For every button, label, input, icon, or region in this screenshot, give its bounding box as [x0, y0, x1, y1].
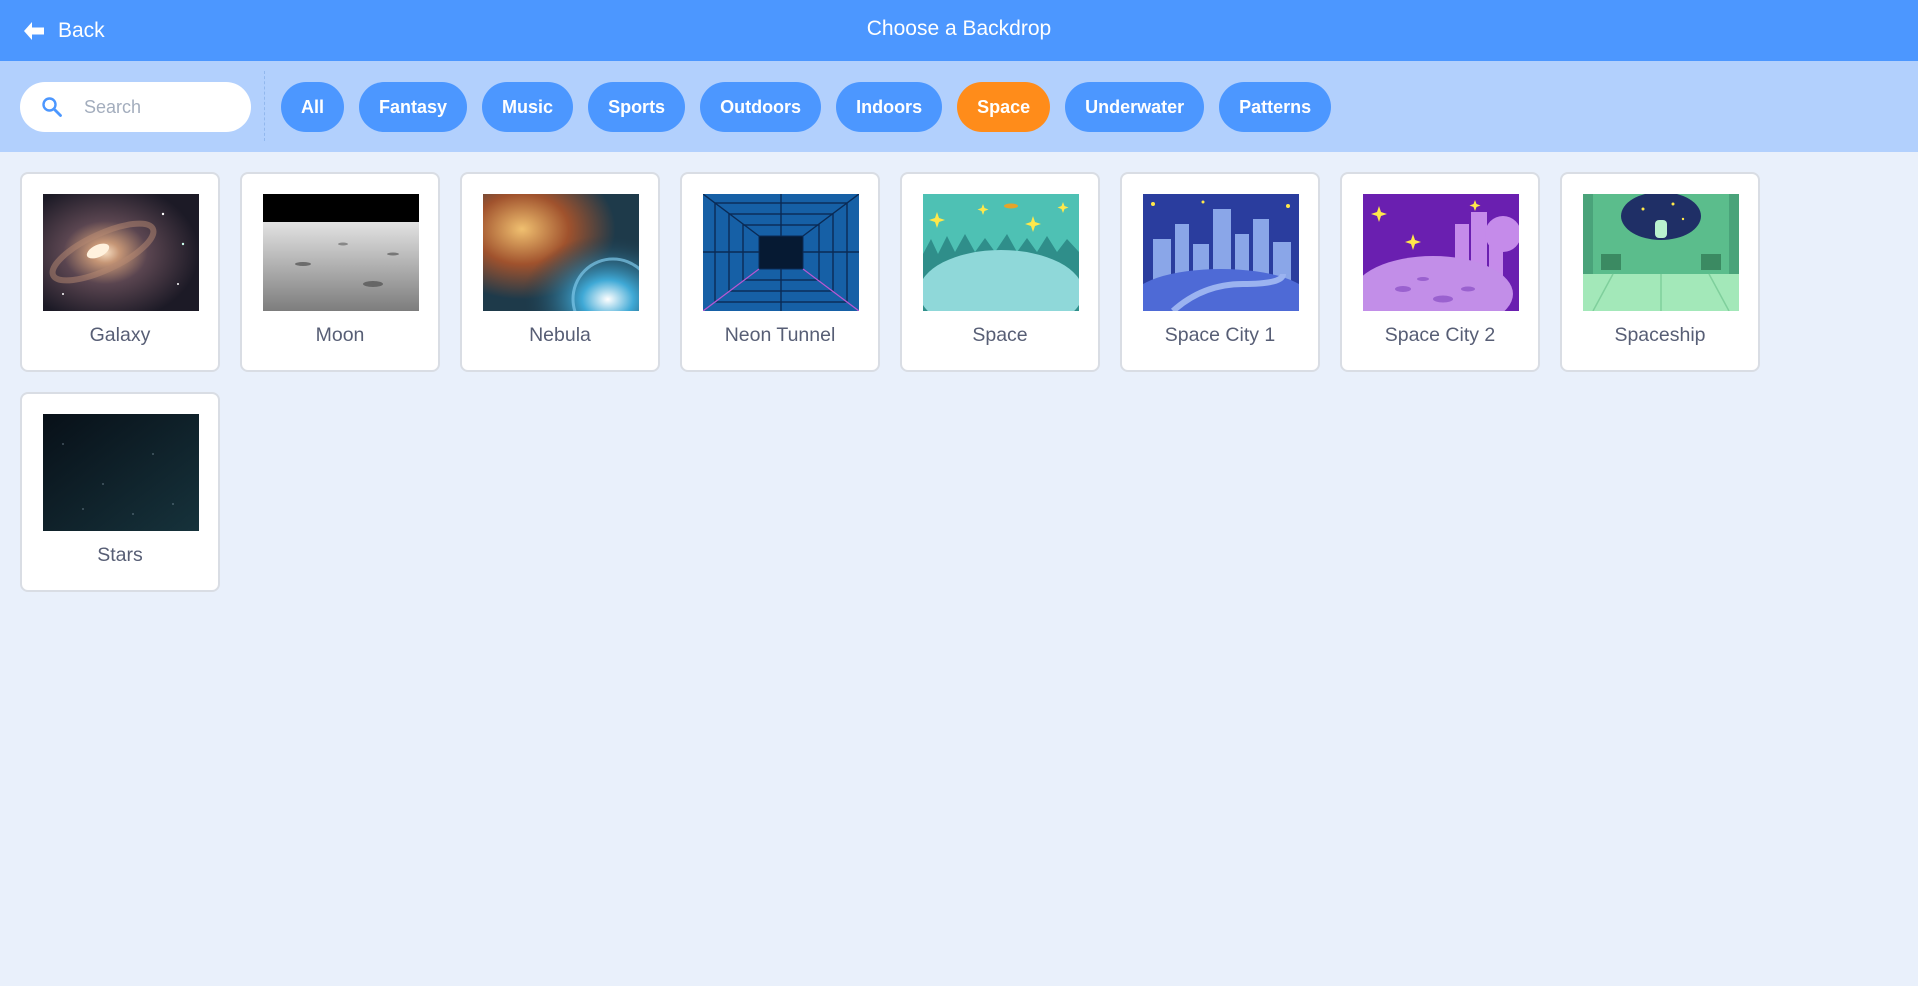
backdrop-name: Stars [97, 544, 143, 566]
backdrop-item-space-city-2[interactable]: Space City 2 [1340, 172, 1540, 372]
backdrop-item-spaceship[interactable]: Spaceship [1560, 172, 1760, 372]
backdrop-thumbnail [1363, 194, 1519, 311]
backdrop-thumbnail [483, 194, 639, 311]
backdrop-thumbnail [263, 194, 419, 311]
backdrop-thumbnail [43, 414, 199, 531]
category-chip-music[interactable]: Music [482, 82, 574, 132]
backdrop-item-galaxy[interactable]: Galaxy [20, 172, 220, 372]
backdrop-thumbnail [1143, 194, 1299, 311]
backdrop-name: Space [972, 324, 1028, 346]
category-chip-all[interactable]: All [281, 82, 345, 132]
category-chip-patterns[interactable]: Patterns [1219, 82, 1332, 132]
header-bar: Back Choose a Backdrop [0, 0, 1918, 61]
category-chips: All Fantasy Music Sports Outdoors Indoors Spac… [281, 82, 1332, 132]
category-chip-fantasy[interactable]: Fantasy [359, 82, 468, 132]
filter-divider [264, 71, 265, 141]
category-chip-space[interactable]: Space [957, 82, 1051, 132]
backdrop-item-neon-tunnel[interactable]: Neon Tunnel [680, 172, 880, 372]
backdrop-item-moon[interactable]: Moon [240, 172, 440, 372]
backdrop-item-nebula[interactable]: Nebula [460, 172, 660, 372]
backdrop-name: Moon [315, 324, 365, 346]
search-input[interactable] [84, 92, 234, 122]
backdrop-item-space[interactable]: Space [900, 172, 1100, 372]
backdrop-thumbnail [43, 194, 199, 311]
backdrop-grid: Galaxy Moon Nebula Neon Tunnel Space Spa… [20, 172, 1780, 592]
backdrop-thumbnail [703, 194, 859, 311]
backdrop-name: Space City 2 [1384, 324, 1496, 346]
backdrop-item-space-city-1[interactable]: Space City 1 [1120, 172, 1320, 372]
backdrop-thumbnail [1583, 194, 1739, 311]
filter-bar: All Fantasy Music Sports Outdoors Indoors Spac… [0, 61, 1918, 152]
backdrop-name: Space City 1 [1164, 324, 1276, 346]
category-chip-sports[interactable]: Sports [588, 82, 686, 132]
search-box[interactable] [20, 82, 251, 132]
backdrop-name: Neon Tunnel [724, 324, 836, 346]
backdrop-name: Nebula [529, 324, 591, 346]
backdrop-name: Galaxy [89, 324, 151, 346]
category-chip-outdoors[interactable]: Outdoors [700, 82, 822, 132]
page-title: Choose a Backdrop [866, 17, 1052, 40]
backdrop-item-stars[interactable]: Stars [20, 392, 220, 592]
category-chip-indoors[interactable]: Indoors [836, 82, 943, 132]
backdrop-thumbnail [923, 194, 1079, 311]
category-chip-underwater[interactable]: Underwater [1065, 82, 1205, 132]
backdrop-name: Spaceship [1614, 324, 1706, 346]
search-icon [42, 97, 62, 117]
